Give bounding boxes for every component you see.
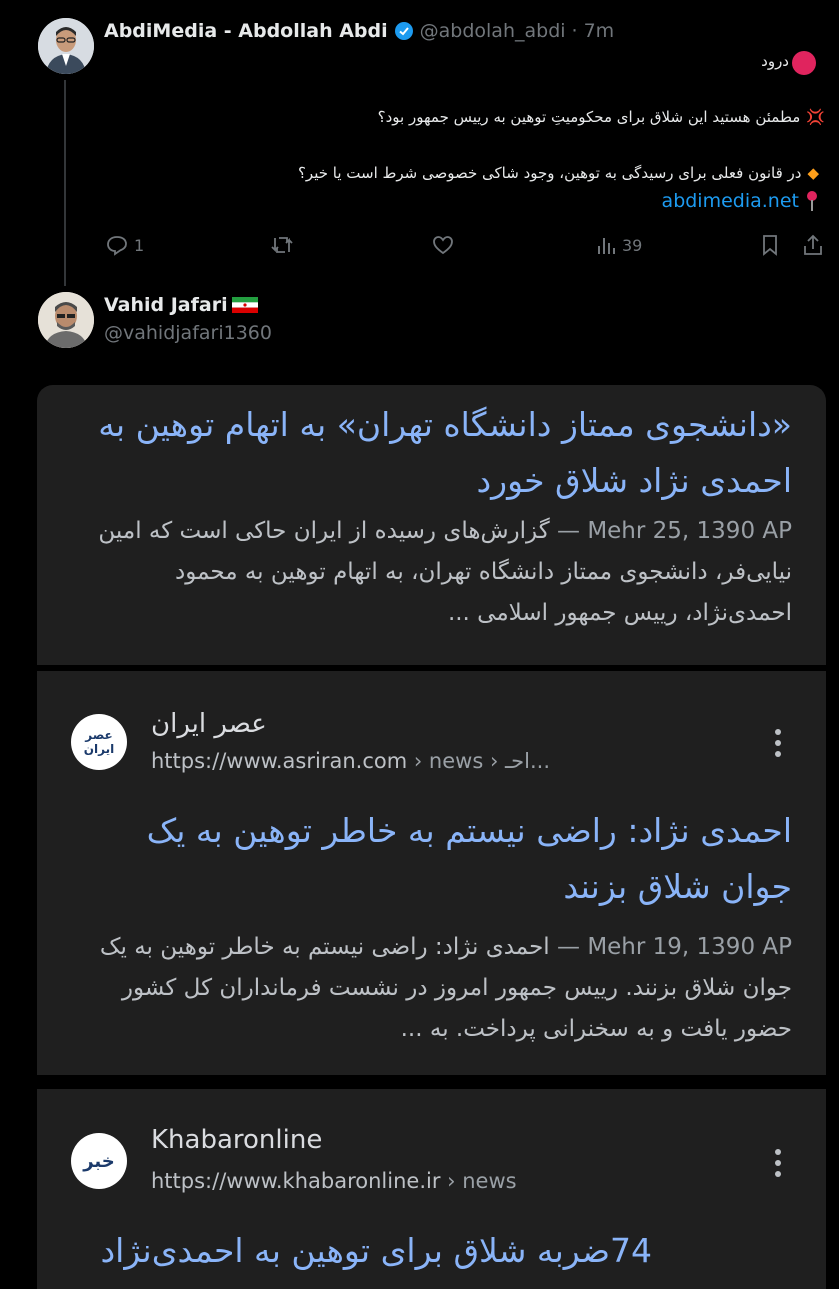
avatar[interactable] xyxy=(38,292,94,348)
share-button[interactable] xyxy=(802,233,824,257)
handle[interactable]: @vahidjafari1360 xyxy=(104,322,272,344)
bookmark-icon xyxy=(763,235,777,256)
more-options-icon[interactable] xyxy=(775,1149,783,1182)
more-options-icon[interactable] xyxy=(791,50,821,80)
tweet-line-2: 💢 مطمئن هستید این شلاق برای محکومیتِ توه… xyxy=(377,108,825,126)
tweet-line-1: درود xyxy=(761,52,789,70)
favicon-text: خبر xyxy=(83,1150,115,1172)
views-count: 39 xyxy=(622,235,643,255)
tweet-line-3: ◆ در قانون فعلی برای رسیدگی به توهین، وج… xyxy=(297,164,819,182)
site-url[interactable]: https://www.asriran.com › news › احـ... xyxy=(151,749,550,773)
handle[interactable]: @abdolah_abdi xyxy=(420,20,566,42)
separator-dot: · xyxy=(571,20,578,42)
verified-badge-icon xyxy=(394,21,414,41)
iran-flag-icon xyxy=(231,297,258,313)
tweet-link-row: abdimedia.net xyxy=(662,190,819,212)
avatar-image-icon xyxy=(38,292,94,348)
reply-button[interactable]: 1 xyxy=(106,234,144,256)
more-options-icon[interactable] xyxy=(775,729,783,762)
like-button[interactable] xyxy=(432,234,454,256)
anger-icon: 💢 xyxy=(806,108,825,126)
reply-icon xyxy=(107,236,127,256)
tweet-header: AbdiMedia - Abdollah Abdi @abdolah_abdi … xyxy=(104,20,614,42)
site-name: عصر ایران xyxy=(151,709,267,739)
site-favicon-icon: خبر xyxy=(71,1133,127,1189)
result-date: Mehr 25, 1390 AP — xyxy=(549,518,792,544)
result-snippet: Mehr 19, 1390 AP — احمدی نژاد: راضی نیست… xyxy=(72,927,792,1050)
tweet-link[interactable]: abdimedia.net xyxy=(662,190,799,212)
favicon-text: عصر ایران xyxy=(83,728,115,756)
tweet2-header: Vahid Jafari xyxy=(104,294,258,316)
views-button[interactable]: 39 xyxy=(596,234,642,256)
reply-count: 1 xyxy=(134,235,145,255)
retweet-icon xyxy=(271,237,293,253)
retweet-button[interactable] xyxy=(270,234,294,256)
display-name[interactable]: Vahid Jafari xyxy=(104,294,228,316)
share-icon xyxy=(804,234,822,255)
thread-line xyxy=(64,80,66,286)
site-favicon-icon: عصر ایران xyxy=(71,714,127,770)
result-title[interactable]: «دانشجوی ممتاز دانشگاه تهران» به اتهام ت… xyxy=(72,397,792,509)
result-title[interactable]: احمدی نژاد: راضی نیستم به خاطر توهین به … xyxy=(72,803,792,915)
result-date: Mehr 19, 1390 AP — xyxy=(549,934,792,960)
site-url[interactable]: https://www.khabaronline.ir › news xyxy=(151,1169,517,1193)
search-result-card[interactable]: «دانشجوی ممتاز دانشگاه تهران» به اتهام ت… xyxy=(37,385,826,665)
site-name: Khabaronline xyxy=(151,1125,323,1155)
search-result-card[interactable]: خبر Khabaronline https://www.khabaronlin… xyxy=(37,1089,826,1289)
display-name[interactable]: AbdiMedia - Abdollah Abdi xyxy=(104,20,388,42)
pin-icon xyxy=(805,190,819,212)
views-icon xyxy=(598,238,615,254)
result-snippet: Mehr 25, 1390 AP — گزارش‌های رسیده از ای… xyxy=(72,511,792,634)
timestamp[interactable]: 7m xyxy=(584,20,615,42)
bookmark-button[interactable] xyxy=(760,234,780,256)
orange-diamond-icon: ◆ xyxy=(807,164,819,182)
result-title[interactable]: 74ضربه شلاق برای توهین به احمدی‌نژاد xyxy=(12,1223,652,1279)
avatar[interactable] xyxy=(38,18,94,74)
search-result-card[interactable]: عصر ایران عصر ایران https://www.asriran.… xyxy=(37,671,826,1075)
avatar-image-icon xyxy=(38,18,94,74)
heart-icon xyxy=(433,236,453,255)
